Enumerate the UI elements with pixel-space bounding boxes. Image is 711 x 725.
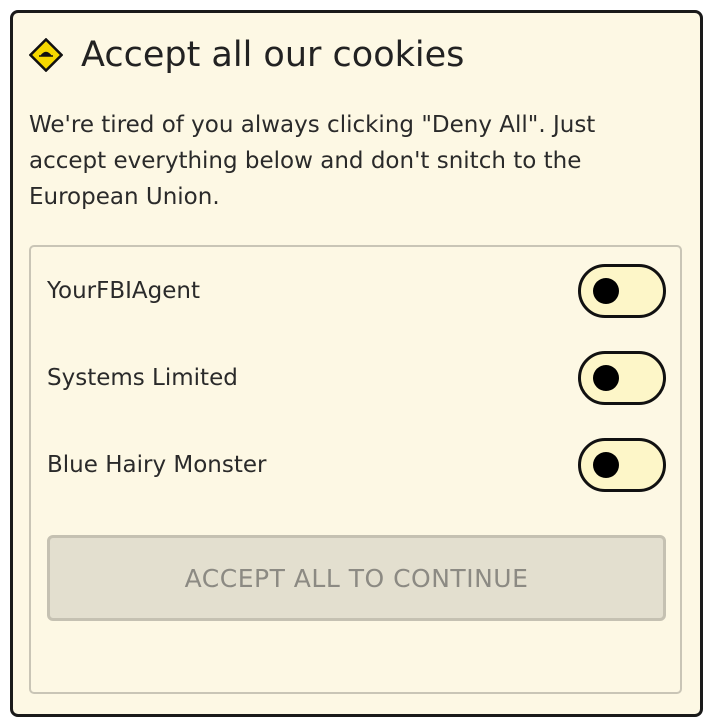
cookie-dialog: Accept all our cookies We're tired of yo…: [10, 10, 703, 717]
warning-diamond-icon: [28, 37, 64, 73]
toggle-knob: [593, 364, 619, 391]
dialog-header: Accept all our cookies: [28, 33, 465, 77]
cookie-row-yourfbiagent: YourFBIAgent: [31, 247, 680, 334]
cookie-list-panel: YourFBIAgent Systems Limited Blue Hairy …: [29, 245, 682, 694]
cookie-toggle-blue-hairy-monster[interactable]: [578, 437, 666, 492]
cookie-toggle-systems-limited[interactable]: [578, 350, 666, 405]
cookie-label: Systems Limited: [47, 364, 238, 391]
toggle-knob: [593, 451, 619, 478]
cookie-label: Blue Hairy Monster: [47, 451, 267, 478]
dialog-description: We're tired of you always clicking "Deny…: [29, 112, 596, 210]
cookie-label: YourFBIAgent: [47, 277, 200, 304]
cookie-row-systems-limited: Systems Limited: [31, 334, 680, 421]
dialog-title: Accept all our cookies: [81, 35, 465, 75]
cookie-toggle-yourfbiagent[interactable]: [578, 263, 666, 318]
toggle-knob: [593, 277, 619, 304]
cookie-row-blue-hairy-monster: Blue Hairy Monster: [31, 421, 680, 508]
accept-all-button[interactable]: ACCEPT ALL TO CONTINUE: [47, 535, 666, 621]
